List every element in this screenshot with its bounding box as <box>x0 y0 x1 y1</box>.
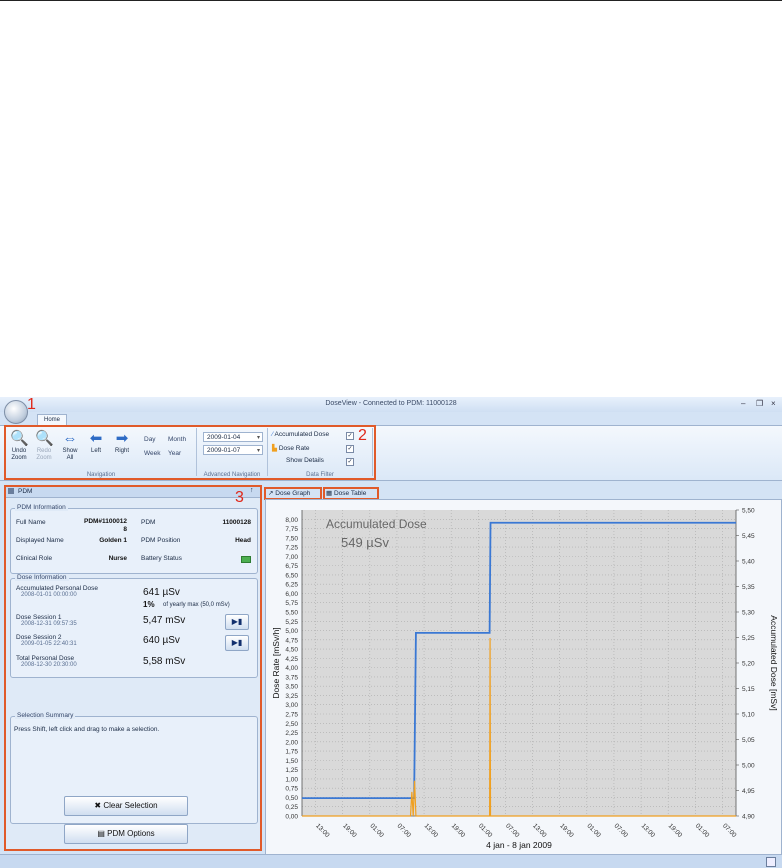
y-tick-label: 3,00 <box>285 702 298 709</box>
dose-chart[interactable]: 0,00 0,25 0,50 0,75 1,00 1,25 1,50 1,75 2,00 2,25… <box>266 500 781 855</box>
y2-tick-label: 4,90 <box>742 814 755 821</box>
x-tick-label: 01:00 <box>477 822 494 839</box>
restore-icon[interactable]: ❐ <box>756 399 763 408</box>
x-axis-label: 4 jan - 8 jan 2009 <box>486 840 552 850</box>
doseview-window: DoseView - Connected to PDM: 11000128 – … <box>0 397 782 868</box>
y2-tick-label: 4,95 <box>742 788 755 795</box>
minimize-icon[interactable]: – <box>741 399 745 408</box>
x-tick-label: 07:00 <box>613 822 630 839</box>
y-tick-label: 7,25 <box>285 545 298 552</box>
y-tick-label: 4,75 <box>285 637 298 644</box>
y-tick-label: 3,75 <box>285 674 298 681</box>
y2-tick-label: 5,20 <box>742 661 755 668</box>
y-tick-label: 6,75 <box>285 563 298 570</box>
y-tick-label: 4,25 <box>285 656 298 663</box>
y-tick-label: 1,25 <box>285 767 298 774</box>
close-icon[interactable]: × <box>771 399 776 408</box>
y-axis-label: Dose Rate [mSv/h] <box>271 627 281 698</box>
y-tick-label: 6,50 <box>285 572 298 579</box>
y2-tick-label: 5,30 <box>742 610 755 617</box>
y2-axis-label: Accumulated Dose [mSv] <box>769 615 779 710</box>
y2-tick-label: 5,45 <box>742 533 755 540</box>
y-tick-label: 1,75 <box>285 749 298 756</box>
application-menu-button[interactable] <box>4 400 28 424</box>
y-tick-label: 3,25 <box>285 693 298 700</box>
y-tick-label: 0,50 <box>285 795 298 802</box>
page-top-rule <box>0 0 782 1</box>
y-tick-label: 4,50 <box>285 647 298 654</box>
y2-tick-label: 5,35 <box>742 584 755 591</box>
x-tick-label: 01:00 <box>694 822 711 839</box>
x-tick-label: 13:00 <box>640 822 657 839</box>
y-tick-label: 6,25 <box>285 582 298 589</box>
y-tick-label: 7,75 <box>285 526 298 533</box>
y-tick-label: 0,75 <box>285 786 298 793</box>
y-tick-label: 2,25 <box>285 730 298 737</box>
y-tick-label: 2,75 <box>285 712 298 719</box>
y-tick-label: 8,00 <box>285 517 298 524</box>
y2-tick-label: 5,25 <box>742 635 755 642</box>
y-axis-ticks: 0,00 0,25 0,50 0,75 1,00 1,25 1,50 1,75 2,00 2,25… <box>285 517 298 821</box>
x-tick-label: 07:00 <box>396 822 413 839</box>
y-tick-label: 2,00 <box>285 739 298 746</box>
y-tick-label: 4,00 <box>285 665 298 672</box>
y-tick-label: 0,00 <box>285 814 298 821</box>
y-tick-label: 5,75 <box>285 600 298 607</box>
x-axis-ticks: 13:00 19:00 01:00 07:00 13:00 19:00 01:00 07:00… <box>314 822 738 839</box>
y-tick-label: 7,50 <box>285 535 298 542</box>
x-tick-label: 19:00 <box>450 822 467 839</box>
status-bar <box>0 854 782 868</box>
y-tick-label: 5,50 <box>285 610 298 617</box>
title-bar: DoseView - Connected to PDM: 11000128 – … <box>0 397 782 412</box>
x-tick-label: 19:00 <box>667 822 684 839</box>
y-tick-label: 7,00 <box>285 554 298 561</box>
y2-tick-label: 5,05 <box>742 737 755 744</box>
y2-tick-label: 5,40 <box>742 559 755 566</box>
annotation-box-panel <box>4 485 262 851</box>
y2-tick-label: 5,15 <box>742 686 755 693</box>
y2-tick-label: 5,00 <box>742 763 755 770</box>
x-tick-label: 07:00 <box>504 822 521 839</box>
y-tick-label: 6,00 <box>285 591 298 598</box>
annotation-box-ribbon <box>4 425 376 480</box>
y-tick-label: 1,50 <box>285 758 298 765</box>
x-tick-label: 01:00 <box>585 822 602 839</box>
chart-annotation-title: Accumulated Dose <box>326 517 427 531</box>
x-tick-label: 13:00 <box>531 822 548 839</box>
annotation-1: 1 <box>27 397 36 413</box>
y-tick-label: 1,00 <box>285 776 298 783</box>
plot-area[interactable] <box>302 510 736 816</box>
y2-tick-label: 5,10 <box>742 712 755 719</box>
x-tick-label: 19:00 <box>341 822 358 839</box>
window-title: DoseView - Connected to PDM: 11000128 <box>325 400 457 407</box>
x-tick-label: 19:00 <box>558 822 575 839</box>
y-tick-label: 5,00 <box>285 628 298 635</box>
x-tick-label: 13:00 <box>314 822 331 839</box>
y-tick-label: 3,50 <box>285 684 298 691</box>
y-tick-label: 2,50 <box>285 721 298 728</box>
chart-annotation-value: 549 µSv <box>341 535 389 550</box>
dose-graph-pane: 0,00 0,25 0,50 0,75 1,00 1,25 1,50 1,75 2,00 2,25… <box>265 499 782 856</box>
y2-axis-ticks: 4,90 4,95 5,00 5,05 5,10 5,15 5,20 5,25 5,30 5,35… <box>736 508 755 821</box>
annotation-2: 2 <box>358 427 367 444</box>
x-tick-label: 13:00 <box>423 822 440 839</box>
y-tick-label: 0,25 <box>285 804 298 811</box>
y2-tick-label: 5,50 <box>742 508 755 515</box>
x-tick-label: 07:00 <box>721 822 738 839</box>
annotation-3: 3 <box>235 489 244 506</box>
y-tick-label: 5,25 <box>285 619 298 626</box>
status-icon <box>766 857 776 867</box>
x-tick-label: 01:00 <box>368 822 385 839</box>
